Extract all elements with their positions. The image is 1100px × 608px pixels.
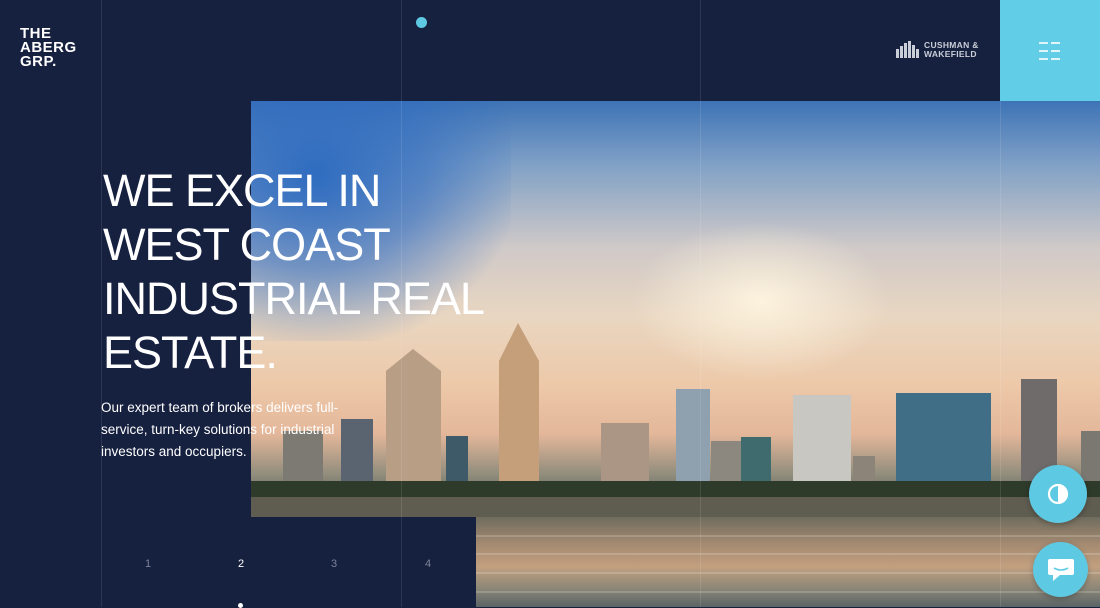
logo-line: GRP.	[20, 53, 57, 70]
chat-icon	[1047, 558, 1074, 581]
slide-page-2[interactable]: 2	[238, 558, 244, 570]
hero-description: Our expert team of brokers delivers full…	[101, 400, 339, 459]
active-page-indicator	[238, 603, 243, 608]
partner-logo[interactable]: CUSHMAN & WAKEFIELD	[896, 41, 979, 58]
headline-line: WE EXCEL IN	[103, 165, 381, 216]
headline-line: ESTATE.	[103, 327, 278, 378]
grid-line	[700, 0, 701, 607]
slide-page-4[interactable]: 4	[425, 558, 431, 570]
hero-headline: WE EXCEL IN WEST COAST INDUSTRIAL REAL E…	[103, 164, 523, 380]
grid-line	[101, 0, 102, 607]
indicator-dot	[416, 17, 427, 28]
chat-button[interactable]	[1033, 542, 1088, 597]
headline-line: INDUSTRIAL REAL	[103, 273, 485, 324]
contrast-icon	[1047, 483, 1069, 505]
slide-page-1[interactable]: 1	[145, 558, 151, 570]
hamburger-icon	[1039, 41, 1060, 60]
partner-name-line: WAKEFIELD	[924, 48, 977, 59]
slide-page-3[interactable]: 3	[331, 558, 337, 570]
building-logo-icon	[896, 41, 919, 58]
headline-line: WEST COAST	[103, 219, 391, 270]
contrast-toggle-button[interactable]	[1029, 465, 1087, 523]
water-reflection	[476, 517, 1100, 607]
menu-button[interactable]	[1000, 0, 1100, 101]
brand-logo[interactable]: THE ABERG GRP.	[20, 26, 77, 70]
